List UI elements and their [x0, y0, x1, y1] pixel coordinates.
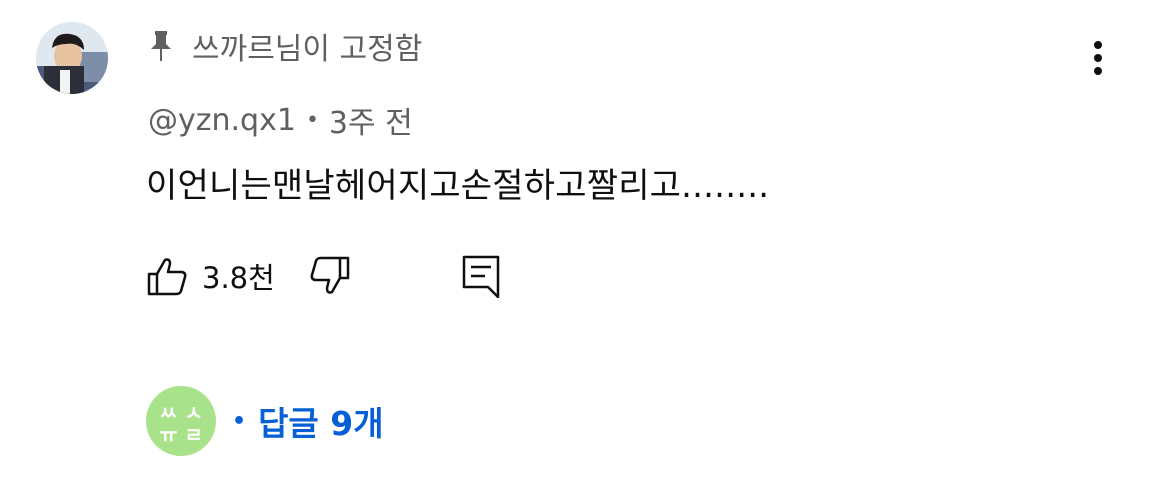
- comment-body: 이언니는맨날헤어지고손절하고짤리고........: [146, 166, 770, 206]
- reply-icon: [462, 255, 500, 298]
- replies-separator: •: [232, 408, 247, 434]
- author-handle[interactable]: @yzn.qx1: [148, 103, 296, 138]
- svg-text:ㅆ ㅅ: ㅆ ㅅ: [159, 401, 203, 425]
- meta-separator: •: [305, 107, 319, 133]
- pinned-label: 쓰까르님이 고정함: [192, 32, 423, 67]
- thumb-up-icon: [147, 258, 187, 296]
- replies-count-label: 답글 9개: [258, 404, 384, 443]
- creator-reply-avatar: ㅆ ㅅ ㅠ ㄹ: [146, 386, 216, 456]
- pin-icon: [151, 31, 171, 61]
- svg-text:ㅠ ㄹ: ㅠ ㄹ: [159, 423, 203, 447]
- author-avatar-image: [36, 22, 108, 94]
- replies-link[interactable]: • 답글 9개: [232, 397, 384, 445]
- more-vert-icon: [1094, 41, 1102, 75]
- pinned-indicator: 쓰까르님이 고정함: [148, 24, 422, 68]
- like-button[interactable]: 3.8천: [146, 255, 275, 297]
- comment-actions: 3.8천: [146, 254, 501, 298]
- comment-timestamp: 3주 전: [328, 106, 413, 141]
- reply-button[interactable]: [461, 254, 501, 298]
- dislike-button[interactable]: [309, 255, 351, 297]
- author-avatar[interactable]: [36, 22, 108, 94]
- replies-toggle[interactable]: ㅆ ㅅ ㅠ ㄹ • 답글 9개: [146, 386, 384, 456]
- comment-meta: @yzn.qx1 • 3주 전: [148, 98, 413, 142]
- thumb-down-icon: [310, 256, 350, 294]
- more-options-button[interactable]: [1078, 38, 1118, 78]
- like-count: 3.8천: [202, 261, 275, 295]
- creator-logo-icon: ㅆ ㅅ ㅠ ㄹ: [159, 401, 203, 447]
